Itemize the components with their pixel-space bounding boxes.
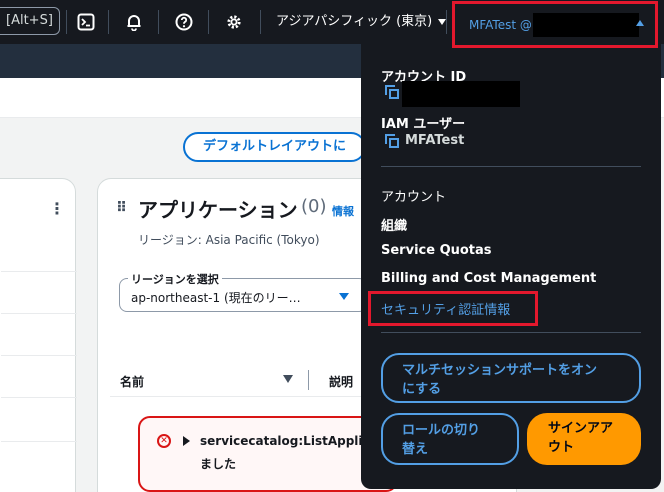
- info-link[interactable]: 情報: [332, 203, 354, 219]
- region-select-value: ap-northeast-1 (現在のリー…: [131, 291, 301, 305]
- menu-item-account[interactable]: アカウント: [381, 186, 446, 205]
- more-options-icon[interactable]: ⋮: [49, 199, 65, 218]
- menu-divider: [381, 332, 641, 333]
- search-shortcut-hint[interactable]: [Alt+S]: [0, 7, 60, 35]
- sign-out-button[interactable]: サインアア ウト: [527, 413, 641, 465]
- error-message-cont: ました: [200, 457, 237, 471]
- nav-divider: [108, 10, 109, 34]
- menu-item-service-quotas[interactable]: Service Quotas: [381, 243, 492, 258]
- region-select-label: リージョンを選択: [128, 271, 222, 287]
- bell-icon[interactable]: [123, 11, 145, 33]
- region-label: アジアパシフィック (東京): [276, 14, 433, 29]
- caret-down-icon: [339, 293, 349, 300]
- drag-handle-icon[interactable]: ⠿: [116, 200, 127, 216]
- iam-user-label: IAM ユーザー: [381, 117, 466, 132]
- switch-role-label-cont: 替え: [402, 442, 429, 457]
- menu-item-security-credentials[interactable]: セキュリティ認証情報: [368, 291, 538, 326]
- nav-divider: [158, 10, 159, 34]
- switch-role-label: ロールの切り: [402, 423, 481, 438]
- column-header-name[interactable]: 名前: [120, 373, 144, 390]
- multi-session-label: マルチセッションサポートをオン: [402, 363, 598, 378]
- row-divider: [1, 355, 77, 356]
- nav-divider: [66, 10, 67, 34]
- application-count: (0): [301, 196, 327, 217]
- multi-session-label-cont: にする: [402, 382, 442, 397]
- iam-user-name: MFATest: [405, 133, 465, 148]
- menu-divider: [381, 166, 641, 167]
- nav-divider: [446, 10, 447, 34]
- row-divider: [1, 441, 77, 442]
- widget-region: リージョン: Asia Pacific (Tokyo): [138, 233, 320, 247]
- row-divider: [1, 313, 77, 314]
- table-header-divider: [110, 396, 370, 397]
- menu-item-billing[interactable]: Billing and Cost Management: [381, 271, 596, 286]
- default-layout-button[interactable]: デフォルトレイアウトに: [183, 132, 367, 162]
- nav-divider: [208, 10, 209, 34]
- widget-title: アプリケーション: [138, 198, 298, 222]
- row-divider: [1, 271, 77, 272]
- column-header-description[interactable]: 説明: [329, 373, 353, 390]
- switch-role-button[interactable]: ロールの切り 替え: [381, 413, 519, 465]
- sort-icon[interactable]: [283, 375, 293, 383]
- sign-out-label: サインアア: [548, 421, 614, 436]
- sign-out-label-cont: ウト: [548, 440, 575, 455]
- help-icon[interactable]: [173, 11, 195, 33]
- account-id-redacted: [402, 81, 520, 107]
- row-divider: [1, 397, 77, 398]
- nav-divider: [260, 10, 261, 34]
- column-separator: [308, 370, 309, 390]
- copy-icon[interactable]: [385, 134, 400, 149]
- account-menu-button[interactable]: MFATest @: [452, 1, 658, 48]
- menu-item-organizations[interactable]: 組織: [381, 215, 407, 234]
- caret-up-icon: [636, 20, 644, 26]
- error-message: servicecatalog:ListApplications: [200, 434, 365, 448]
- error-icon: ✕: [157, 434, 171, 448]
- multi-session-button[interactable]: マルチセッションサポートをオン にする: [381, 353, 641, 403]
- region-selector[interactable]: アジアパシフィック (東京): [276, 0, 447, 44]
- error-alert: [138, 416, 398, 492]
- expand-caret-icon[interactable]: [183, 436, 190, 446]
- gear-icon[interactable]: [223, 11, 245, 33]
- account-name: MFATest @: [469, 18, 532, 32]
- copy-icon[interactable]: [385, 85, 400, 100]
- cloudshell-icon[interactable]: [75, 11, 97, 33]
- account-name-redacted: [533, 13, 639, 37]
- widget-card-left: ⋮: [0, 178, 77, 492]
- security-credentials-label: セキュリティ認証情報: [381, 303, 511, 318]
